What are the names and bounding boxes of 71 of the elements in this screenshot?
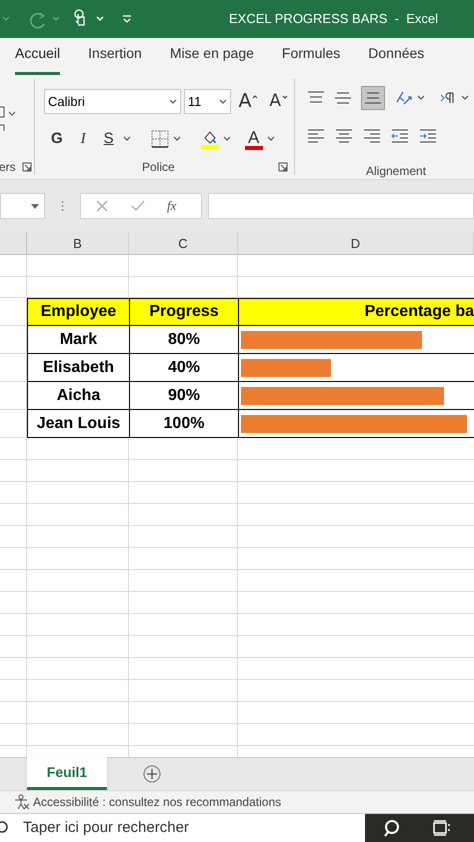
taskbar-search-box[interactable]: Taper ici pour rechercher	[0, 814, 365, 842]
header-cell: Progress	[129, 298, 238, 326]
align-top-icon[interactable]	[307, 91, 325, 105]
paste-icon[interactable]	[0, 105, 16, 133]
caret-icon[interactable]	[222, 136, 231, 142]
window-title: EXCEL PROGRESS BARS - Excel	[229, 10, 438, 28]
header-cell: Employee	[27, 298, 129, 326]
align-bottom-button[interactable]	[361, 86, 385, 110]
decrease-font-button[interactable]: A	[269, 93, 282, 110]
group-label: Alignement	[366, 165, 428, 177]
align-middle-icon[interactable]	[334, 91, 352, 105]
search-field[interactable]: Taper ici pour rechercher	[23, 816, 323, 840]
grid-cell	[0, 382, 27, 410]
table-cell: Elisabeth	[27, 354, 129, 382]
increase-indent-icon[interactable]	[419, 129, 437, 143]
customize-icon[interactable]	[122, 14, 132, 24]
italic-button[interactable]: I	[80, 128, 86, 150]
group-label: Police	[142, 161, 175, 173]
fill-color-icon[interactable]	[200, 129, 219, 149]
caret-icon[interactable]	[461, 95, 469, 101]
table-cell: 80%	[129, 326, 238, 354]
font-name-dropdown[interactable]: Calibri	[44, 89, 181, 114]
status-text[interactable]: Accessibilité : consultez nos recommandations	[33, 793, 282, 811]
header-cell: Percentage ba	[238, 298, 474, 326]
search-icon	[0, 821, 10, 835]
font-color-button[interactable]: A	[244, 128, 263, 150]
align-left-icon[interactable]	[307, 129, 325, 143]
font-size-dropdown[interactable]: 11	[184, 89, 232, 114]
ribbon-tab[interactable]: Données	[368, 43, 424, 75]
caret-icon[interactable]	[172, 136, 181, 142]
table-cell: 100%	[129, 410, 238, 438]
dialog-launcher-icon[interactable]	[278, 162, 288, 172]
align-bottom-icon	[364, 91, 382, 105]
caret-icon[interactable]	[417, 95, 425, 101]
column-header[interactable]: B	[27, 232, 129, 254]
drag-handle-icon[interactable]	[61, 200, 64, 212]
dialog-launcher-icon[interactable]	[22, 162, 32, 172]
sheet-tab[interactable]: Feuil1	[27, 757, 107, 790]
insert-function-button[interactable]: fx	[167, 196, 176, 216]
grid-cell	[0, 326, 27, 354]
caret-icon[interactable]	[219, 98, 228, 104]
ribbon-tab[interactable]: Insertion	[88, 43, 142, 75]
caret-icon[interactable]	[122, 136, 131, 142]
caret-down-icon	[282, 94, 288, 98]
column-header[interactable]: D	[238, 232, 474, 254]
ribbon-tab[interactable]: Mise en page	[170, 43, 254, 75]
underline-button[interactable]: S	[104, 128, 114, 150]
task-view-icon[interactable]	[433, 820, 451, 836]
orientation-icon[interactable]	[394, 89, 414, 107]
search-icon[interactable]	[383, 819, 401, 837]
table-cell: Jean Louis	[27, 410, 129, 438]
accessibility-icon[interactable]	[14, 794, 30, 810]
text-direction-icon[interactable]	[440, 92, 456, 104]
align-right-icon[interactable]	[363, 129, 381, 143]
caret-icon[interactable]	[168, 98, 177, 104]
caret-up-icon	[252, 94, 258, 98]
increase-font-button[interactable]: A	[238, 92, 252, 111]
ribbon-tab[interactable]: Formules	[282, 43, 340, 75]
table-cell: 90%	[129, 382, 238, 410]
caret-icon[interactable]	[266, 136, 275, 142]
bold-button[interactable]: G	[51, 128, 63, 150]
column-header[interactable]: C	[129, 232, 238, 254]
decrease-indent-icon[interactable]	[391, 129, 409, 143]
table-cell: 40%	[129, 354, 238, 382]
formula-input[interactable]	[208, 193, 474, 219]
table-cell: Aicha	[27, 382, 129, 410]
borders-icon[interactable]	[150, 130, 169, 148]
table-cell: Mark	[27, 326, 129, 354]
align-center-icon[interactable]	[335, 129, 353, 143]
grid-cell	[0, 354, 27, 382]
add-sheet-icon[interactable]	[143, 765, 161, 783]
